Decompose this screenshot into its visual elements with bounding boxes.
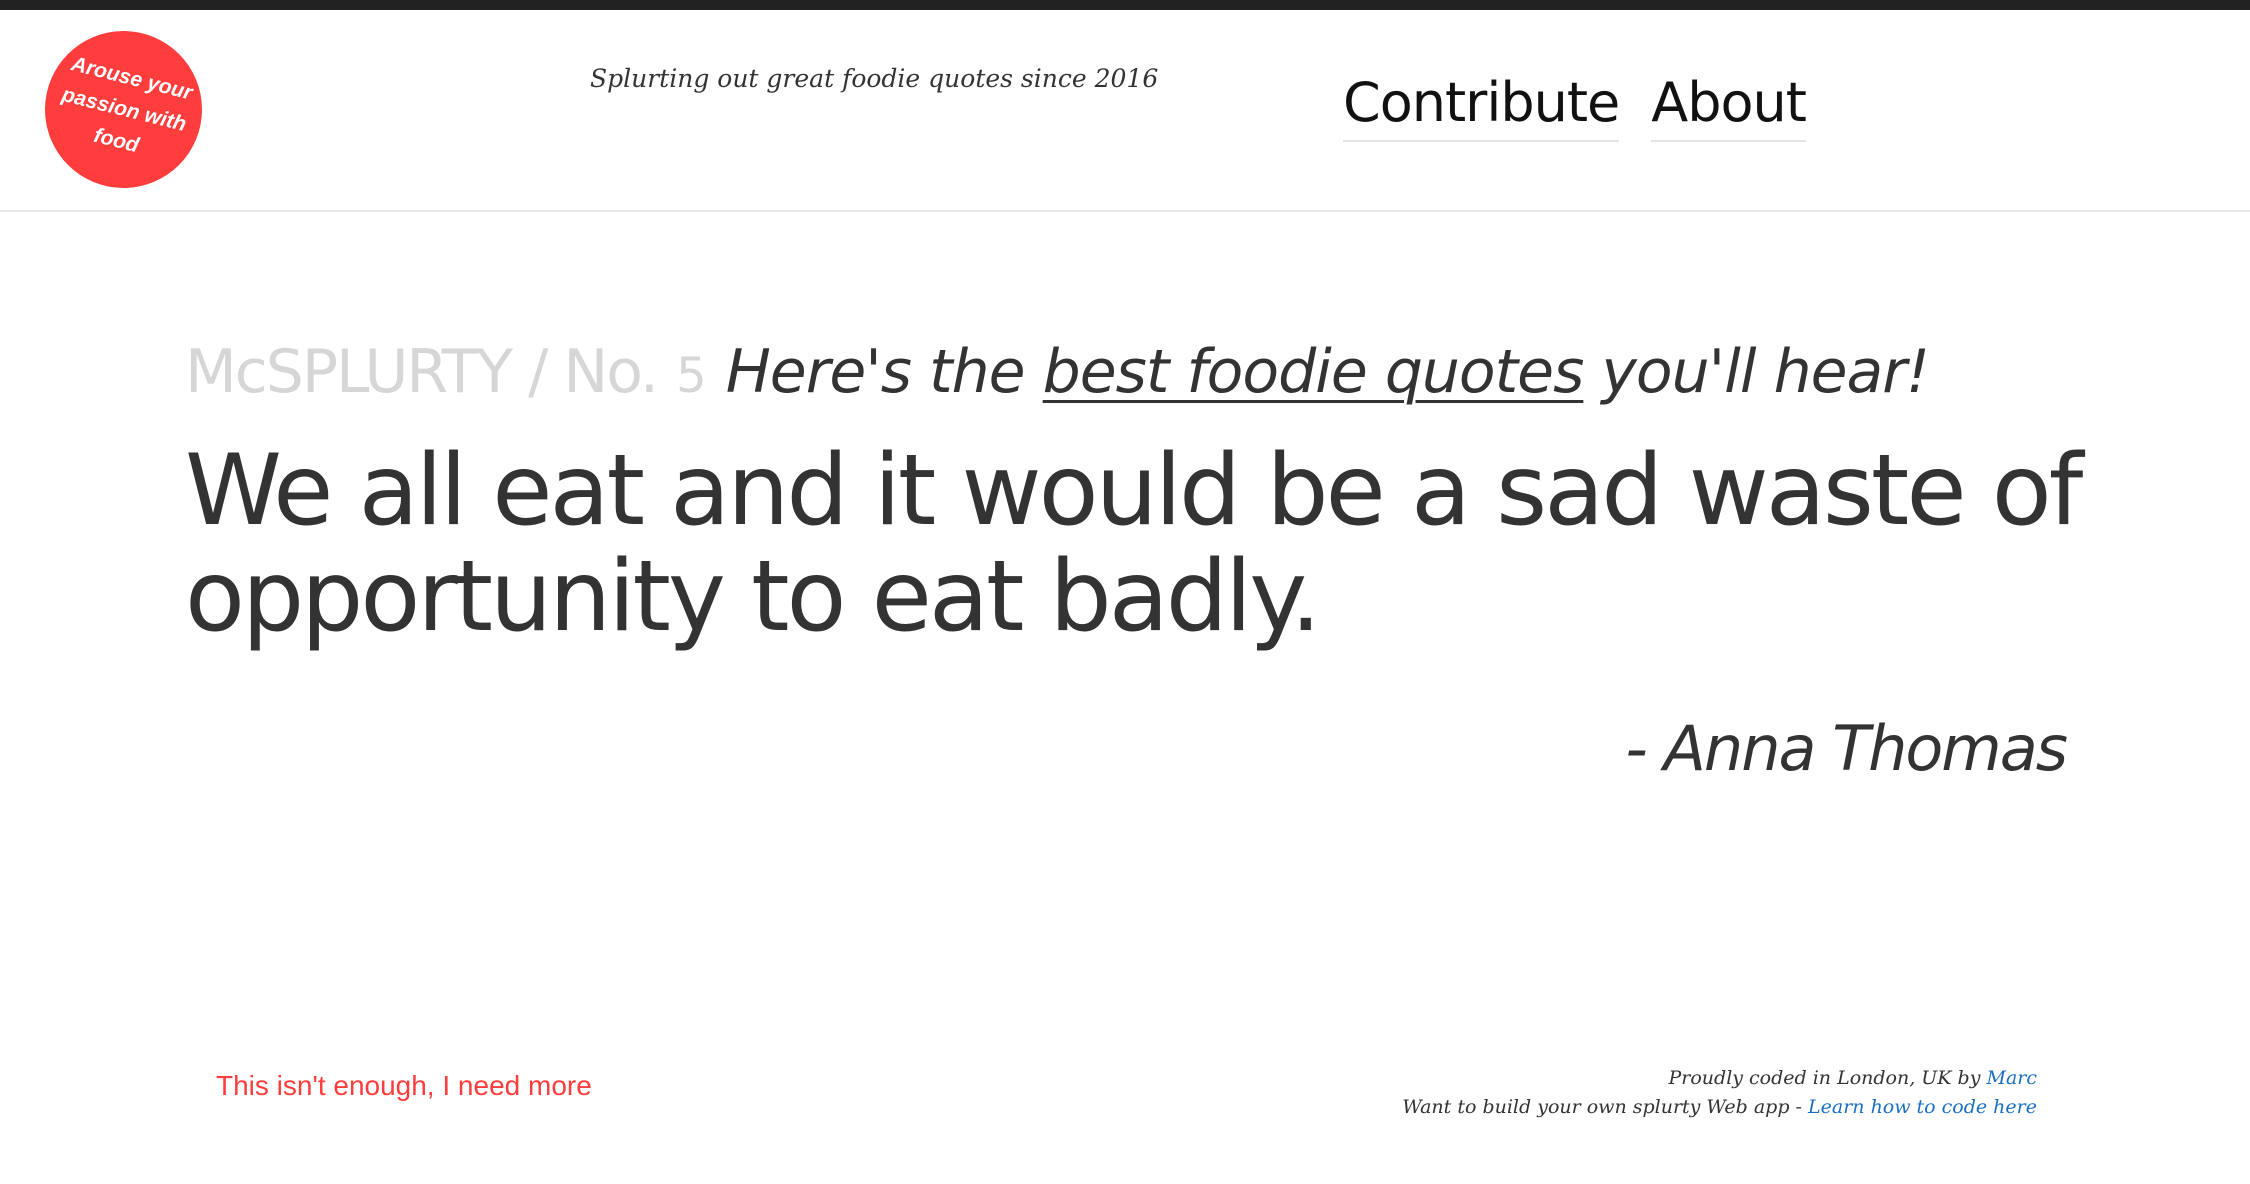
top-bar <box>0 0 2250 10</box>
brand-separator: / <box>511 337 564 407</box>
site-footer: Proudly coded in London, UK by Marc Want… <box>1402 1064 2037 1122</box>
nav-contribute-link[interactable]: Contribute <box>1343 72 1620 142</box>
nav-about-link[interactable]: About <box>1651 72 1807 142</box>
footer-learn-line: Want to build your own splurty Web app -… <box>1402 1093 2037 1122</box>
site-header: Arouse your passion with food Splurting … <box>0 10 2250 212</box>
logo-badge[interactable]: Arouse your passion with food <box>45 31 202 188</box>
brand-name: McSPLURTY <box>185 337 513 407</box>
more-quotes-link[interactable]: This isn't enough, I need more <box>216 1070 592 1102</box>
site-tagline: Splurting out great foodie quotes since … <box>590 64 1159 93</box>
main-nav: Contribute About <box>1343 72 1807 142</box>
quote-number-prefix: No. <box>563 337 659 407</box>
quote-headline: McSPLURTY / No. 5 Here's the best foodie… <box>185 336 2135 412</box>
quote-number: 5 <box>676 348 707 404</box>
quote-author: - Anna Thomas <box>1625 712 2068 785</box>
headline-subtitle: Here's the best foodie quotes you'll hea… <box>725 337 1930 407</box>
subtitle-after: you'll hear! <box>1583 337 1930 407</box>
quote-text: We all eat and it would be a sad waste o… <box>185 434 2083 654</box>
learn-to-code-link[interactable]: Learn how to code here <box>1808 1096 2037 1118</box>
logo-badge-text: Arouse your passion with food <box>59 51 195 157</box>
best-foodie-quotes-link[interactable]: best foodie quotes <box>1043 337 1585 407</box>
footer-credit-text: Proudly coded in London, UK by <box>1668 1067 1987 1089</box>
footer-credit-line: Proudly coded in London, UK by Marc <box>1402 1064 2037 1093</box>
author-link[interactable]: Marc <box>1986 1067 2037 1089</box>
subtitle-before: Here's the <box>725 337 1043 407</box>
footer-learn-text: Want to build your own splurty Web app - <box>1402 1096 1809 1118</box>
